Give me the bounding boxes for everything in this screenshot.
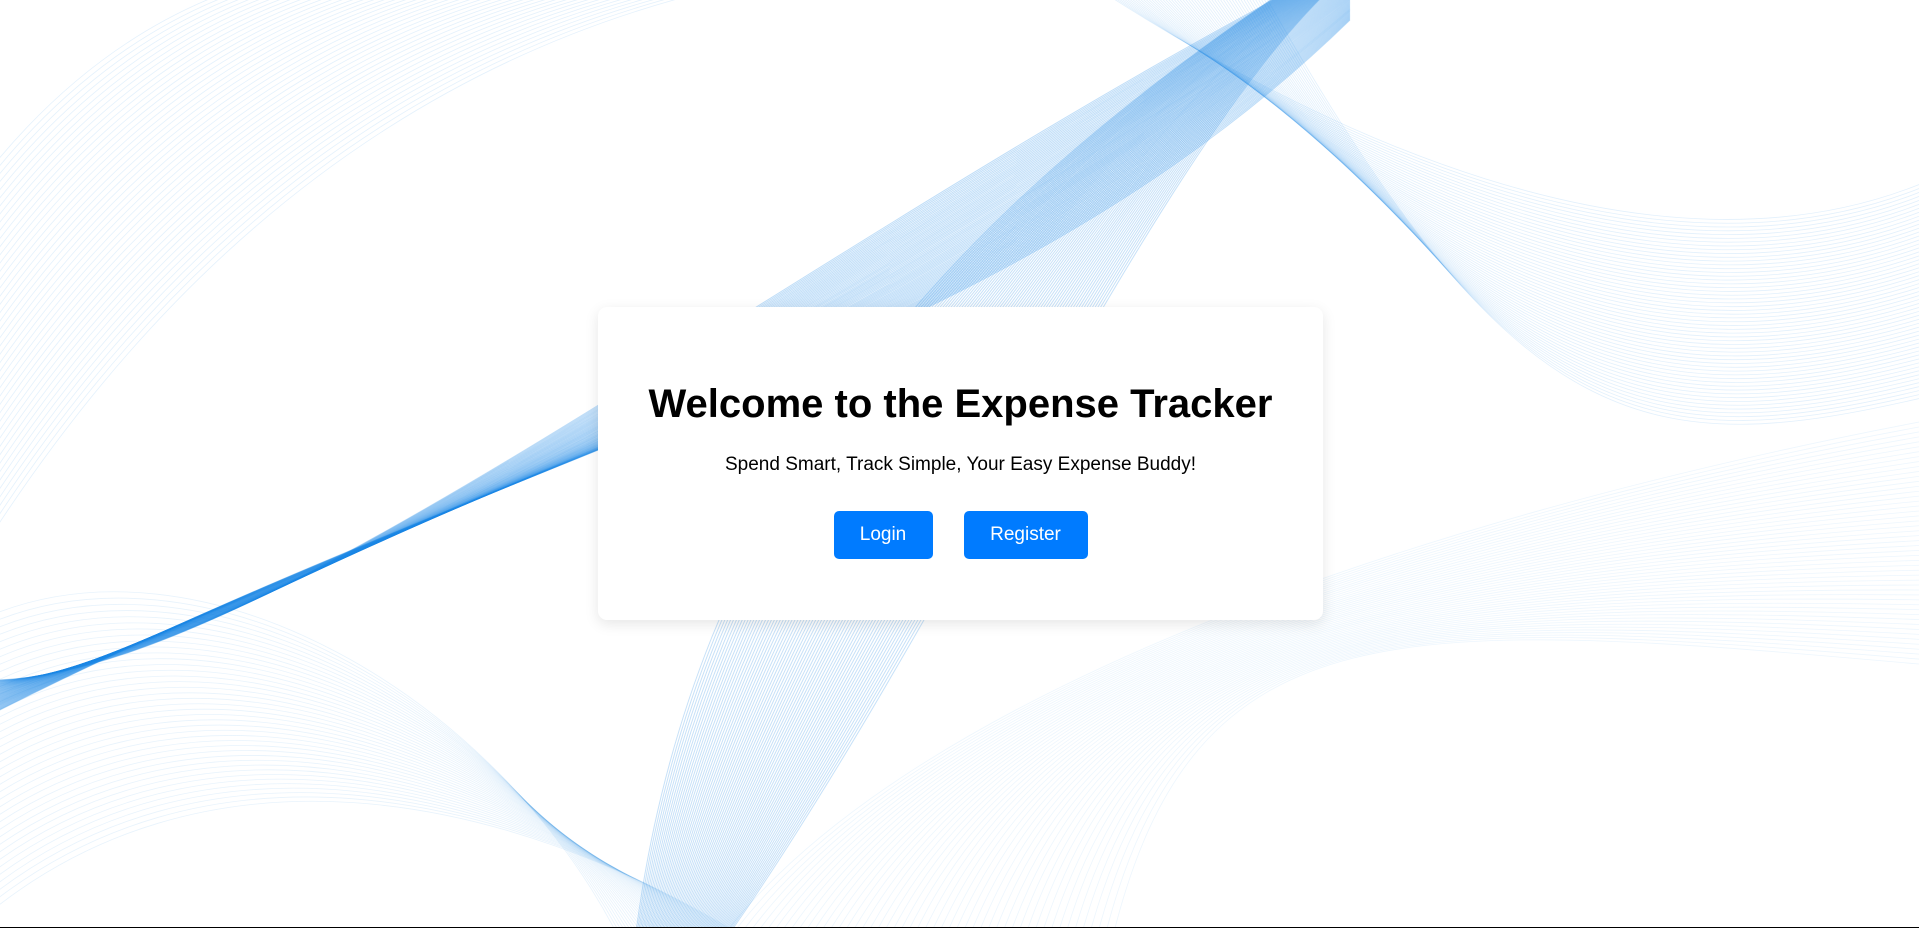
login-button[interactable]: Login [833, 511, 933, 559]
page-viewport: Welcome to the Expense Tracker Spend Sma… [0, 0, 1919, 927]
auth-actions: Login Register [598, 511, 1323, 559]
welcome-card: Welcome to the Expense Tracker Spend Sma… [598, 307, 1323, 620]
page-title: Welcome to the Expense Tracker [648, 382, 1273, 426]
tagline: Spend Smart, Track Simple, Your Easy Exp… [724, 454, 1197, 475]
register-button[interactable]: Register [963, 511, 1088, 559]
